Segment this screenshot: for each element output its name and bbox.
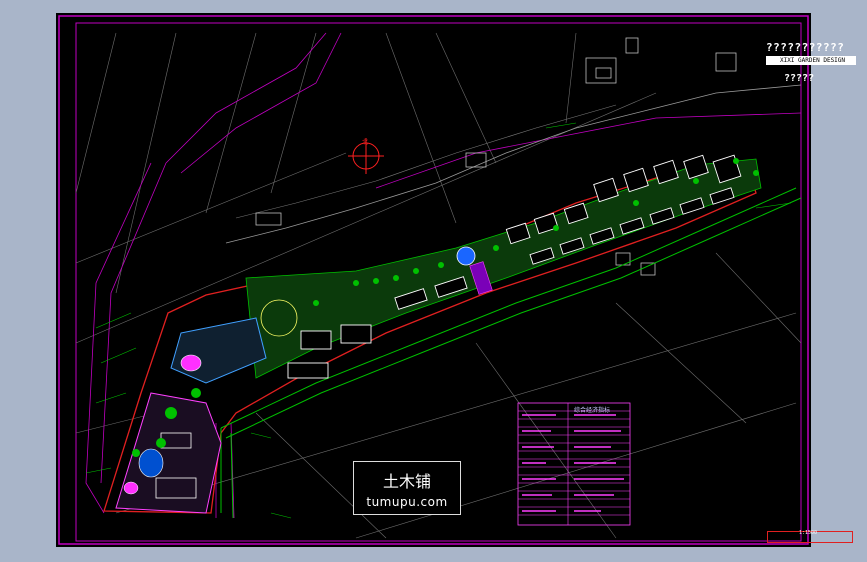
drawing-title: ??????????? [766,41,845,54]
watermark-chinese: 土木铺 [382,472,431,491]
legend-header: 综合经济指标 [574,407,611,414]
drawing-title-english: XIXI GARDEN DESIGN [766,56,856,65]
legend-table [517,402,631,526]
river-edge [235,104,617,219]
svg-text:北: 北 [362,138,368,146]
watermark-box: 土木铺 tumupu.com [353,461,461,515]
scale-label: 1:1500 [799,530,818,536]
clubhouse-zone [115,317,267,514]
drawing-subtitle: ????? [784,73,815,84]
compass-mark: 北 [348,138,384,174]
title-block: ??????????? XIXI GARDEN DESIGN ????? [766,41,856,84]
watermark-url: tumupu.com [366,495,448,509]
